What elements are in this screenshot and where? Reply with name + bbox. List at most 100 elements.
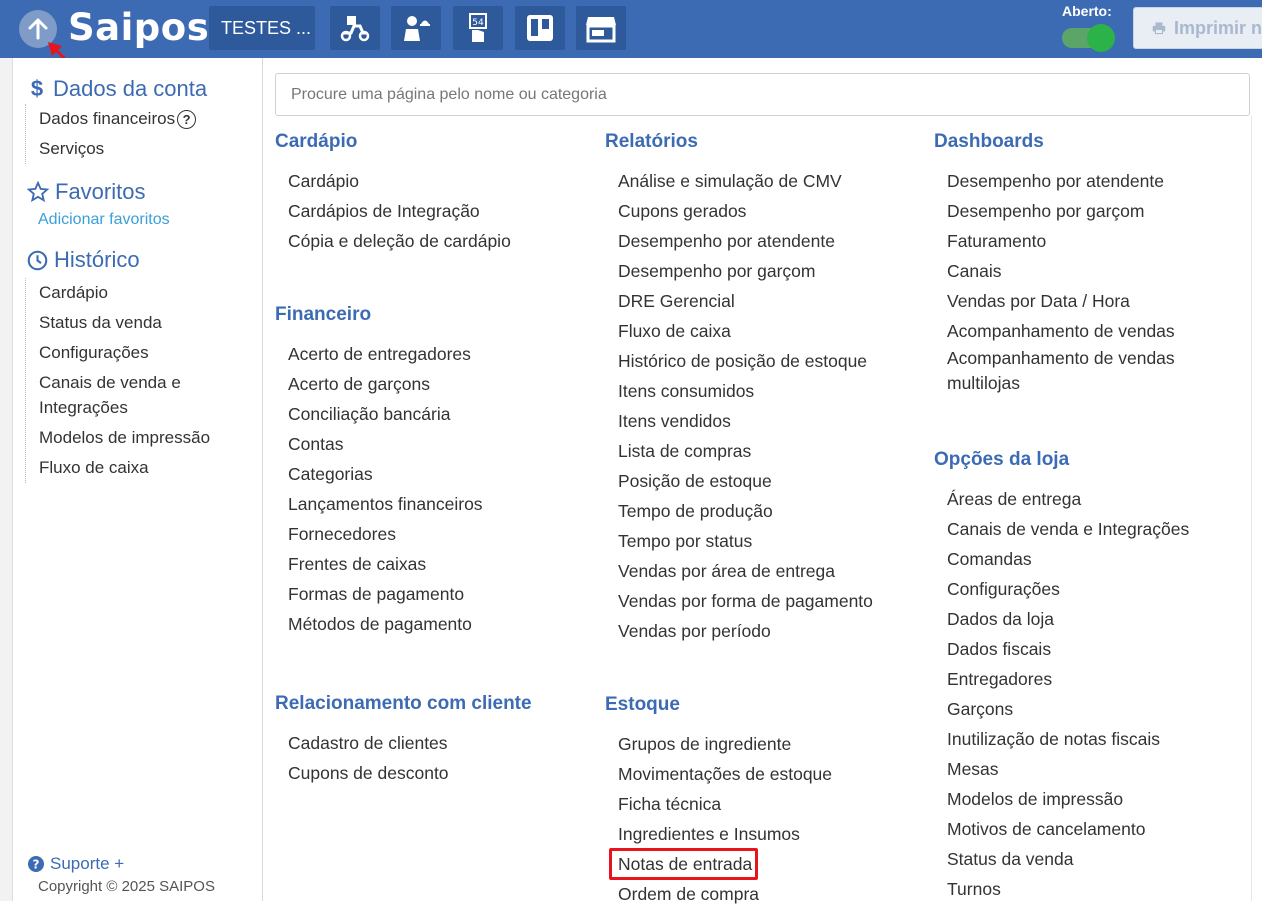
menu-link[interactable]: Canais: [947, 256, 1244, 286]
menu-link[interactable]: Motivos de cancelamento: [947, 814, 1244, 844]
storefront-icon: [586, 17, 616, 43]
history-item[interactable]: Canais de venda e Integrações: [39, 368, 209, 423]
menu-link[interactable]: Grupos de ingrediente: [618, 729, 925, 759]
menu-link[interactable]: Status da venda: [947, 844, 1244, 874]
category-cardapio: Cardápio Cardápio Cardápios de Integraçã…: [275, 131, 595, 256]
history-list: Cardápio Status da venda Configurações C…: [25, 278, 245, 483]
table-number-icon: 54: [469, 13, 487, 42]
sidebar-item-services[interactable]: Serviços: [39, 134, 196, 164]
menu-link[interactable]: Turnos: [947, 874, 1244, 904]
menu-link[interactable]: Tempo por status: [618, 526, 925, 556]
menu-link[interactable]: Garçons: [947, 694, 1244, 724]
history-item[interactable]: Status da venda: [39, 308, 245, 338]
menu-link[interactable]: Desempenho por atendente: [947, 166, 1244, 196]
menu-link[interactable]: Histórico de posição de estoque: [618, 346, 925, 376]
menu-link[interactable]: Vendas por área de entrega: [618, 556, 925, 586]
menu-link[interactable]: Ordem de compra: [618, 879, 925, 909]
menu-link[interactable]: Modelos de impressão: [947, 784, 1244, 814]
category-list: Análise e simulação de CMV Cupons gerado…: [605, 166, 925, 646]
menu-link[interactable]: Dados da loja: [947, 604, 1244, 634]
menu-link[interactable]: Lançamentos financeiros: [288, 489, 595, 519]
menu-link[interactable]: Cardápios de Integração: [288, 196, 595, 226]
support-link[interactable]: ? Suporte +: [28, 854, 124, 874]
saipos-logo[interactable]: Saipos: [68, 6, 209, 49]
menu-link[interactable]: Comandas: [947, 544, 1244, 574]
top-bar: Saipos TESTES ... 54 Aberto: Imprimir n: [0, 0, 1262, 58]
menu-link[interactable]: Faturamento: [947, 226, 1244, 256]
favorites-section-title: Favoritos: [55, 179, 146, 204]
menu-link[interactable]: Posição de estoque: [618, 466, 925, 496]
menu-link[interactable]: Vendas por período: [618, 616, 925, 646]
sidebar-item-financial-data[interactable]: Dados financeiros?: [39, 104, 197, 134]
menu-link[interactable]: Tempo de produção: [618, 496, 925, 526]
menu-link[interactable]: Lista de compras: [618, 436, 925, 466]
waiter-button[interactable]: [391, 6, 441, 50]
menu-link[interactable]: Movimentações de estoque: [618, 759, 925, 789]
account-list: Dados financeiros? Serviços: [25, 104, 197, 164]
menu-link[interactable]: Mesas: [947, 754, 1244, 784]
scrollbar[interactable]: [1251, 116, 1262, 901]
history-item[interactable]: Configurações: [39, 338, 245, 368]
copyright-text: Copyright © 2025 SAIPOS: [38, 878, 215, 895]
menu-link[interactable]: Canais de venda e Integrações: [947, 514, 1244, 544]
menu-link[interactable]: Acompanhamento de vendas multilojas: [947, 346, 1197, 401]
category-list: Acerto de entregadores Acerto de garçons…: [275, 339, 595, 639]
menu-link[interactable]: Acompanhamento de vendas: [947, 316, 1244, 346]
menu-link[interactable]: Fluxo de caixa: [618, 316, 925, 346]
menu-link[interactable]: Desempenho por garçom: [618, 256, 925, 286]
history-item[interactable]: Cardápio: [39, 278, 245, 308]
menu-link[interactable]: Conciliação bancária: [288, 399, 595, 429]
store-button[interactable]: [576, 6, 626, 50]
category-title: Relacionamento com cliente: [275, 693, 532, 714]
kanban-button[interactable]: [515, 6, 565, 50]
category-list: Cardápio Cardápios de Integração Cópia e…: [275, 166, 595, 256]
menu-link[interactable]: Métodos de pagamento: [288, 609, 595, 639]
history-section-header: Histórico: [27, 247, 140, 273]
menu-link[interactable]: Dados fiscais: [947, 634, 1244, 664]
delivery-button[interactable]: [330, 6, 380, 50]
menu-link[interactable]: Cópia e deleção de cardápio: [288, 226, 595, 256]
favorites-list: Adicionar favoritos: [25, 208, 170, 232]
menu-link[interactable]: Cupons de desconto: [288, 758, 595, 788]
table-order-button[interactable]: 54: [453, 6, 503, 50]
store-selector-button[interactable]: TESTES ...: [209, 6, 315, 50]
menu-link[interactable]: Desempenho por garçom: [947, 196, 1244, 226]
page-search-input[interactable]: [275, 73, 1250, 116]
waiter-icon: [404, 16, 430, 41]
menu-link[interactable]: Cardápio: [288, 166, 595, 196]
menu-link[interactable]: Vendas por Data / Hora: [947, 286, 1244, 316]
menu-link[interactable]: Áreas de entrega: [947, 484, 1244, 514]
menu-link[interactable]: Ficha técnica: [618, 789, 925, 819]
menu-link[interactable]: Vendas por forma de pagamento: [618, 586, 925, 616]
menu-link[interactable]: Frentes de caixas: [288, 549, 595, 579]
category-list: Cadastro de clientes Cupons de desconto: [275, 728, 595, 788]
svg-text:54: 54: [472, 18, 484, 28]
clock-icon: [27, 250, 48, 270]
menu-link[interactable]: Configurações: [947, 574, 1244, 604]
menu-link[interactable]: Inutilização de notas fiscais: [947, 724, 1244, 754]
menu-link[interactable]: DRE Gerencial: [618, 286, 925, 316]
menu-link[interactable]: Itens vendidos: [618, 406, 925, 436]
history-item[interactable]: Fluxo de caixa: [39, 453, 245, 483]
open-status-toggle[interactable]: [1062, 24, 1116, 52]
menu-link[interactable]: Fornecedores: [288, 519, 595, 549]
help-icon[interactable]: ?: [177, 110, 197, 130]
print-button[interactable]: Imprimir ne: [1133, 7, 1262, 49]
menu-link[interactable]: Cadastro de clientes: [288, 728, 595, 758]
menu-link[interactable]: Acerto de entregadores: [288, 339, 595, 369]
menu-link[interactable]: Ingredientes e Insumos: [618, 819, 925, 849]
category-title: Estoque: [605, 694, 680, 715]
support-label: Suporte +: [50, 854, 125, 873]
menu-link[interactable]: Cupons gerados: [618, 196, 925, 226]
add-favorites-link[interactable]: Adicionar favoritos: [38, 208, 170, 232]
history-item[interactable]: Modelos de impressão: [39, 423, 245, 453]
menu-link[interactable]: Formas de pagamento: [288, 579, 595, 609]
dollar-icon: $: [30, 76, 44, 101]
menu-link[interactable]: Categorias: [288, 459, 595, 489]
menu-link[interactable]: Análise e simulação de CMV: [618, 166, 925, 196]
menu-link[interactable]: Acerto de garçons: [288, 369, 595, 399]
menu-link[interactable]: Itens consumidos: [618, 376, 925, 406]
menu-link[interactable]: Entregadores: [947, 664, 1244, 694]
menu-link[interactable]: Desempenho por atendente: [618, 226, 925, 256]
menu-link[interactable]: Contas: [288, 429, 595, 459]
